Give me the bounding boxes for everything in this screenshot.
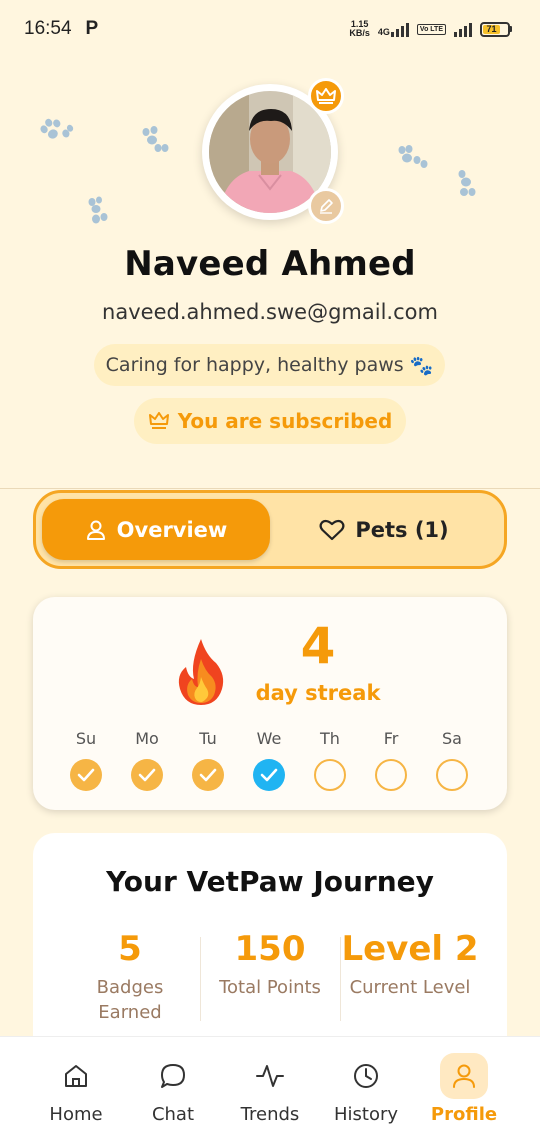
bio-text: Caring for happy, healthy paws xyxy=(105,354,404,376)
nav-profile-label: Profile xyxy=(430,1104,498,1125)
stat-label: Badges Earned xyxy=(96,977,164,1023)
empty-circle-icon xyxy=(436,759,468,791)
day-label: Th xyxy=(320,729,340,748)
profile-tabs: Overview Pets (1) xyxy=(33,490,507,569)
profile-email: naveed.ahmed.swe@gmail.com xyxy=(102,300,438,324)
status-bar: 16:54 P 1.15 KB/s 4G Vo LTE 71 xyxy=(0,0,540,58)
day-label: We xyxy=(256,729,282,748)
paws-emoji-icon: 🐾 xyxy=(409,354,434,377)
stat-value: 150 xyxy=(234,929,306,969)
stat-value: Level 2 xyxy=(341,929,479,969)
empty-circle-icon xyxy=(314,759,346,791)
check-icon xyxy=(192,759,224,791)
signal-strength-icon-2 xyxy=(454,21,472,37)
parking-app-icon: P xyxy=(85,18,99,39)
tab-overview-label: Overview xyxy=(116,517,228,542)
stat-divider xyxy=(200,937,201,1021)
paw-print-icon xyxy=(138,126,172,156)
bio-pill: Caring for happy, healthy paws 🐾 xyxy=(94,344,445,386)
day-sunday: Su xyxy=(64,729,108,791)
paw-print-icon xyxy=(84,196,118,226)
check-icon xyxy=(70,759,102,791)
nav-trends-label: Trends xyxy=(240,1104,300,1125)
day-tuesday: Tu xyxy=(186,729,230,791)
day-label: Sa xyxy=(442,729,462,748)
fire-icon xyxy=(176,637,226,707)
network-type-label: 4G xyxy=(377,27,390,37)
subscription-status-badge[interactable]: You are subscribed xyxy=(134,398,406,444)
journey-title: Your VetPaw Journey xyxy=(106,865,434,898)
pencil-icon xyxy=(320,199,333,214)
day-thursday: Th xyxy=(308,729,352,791)
profile-icon xyxy=(453,1064,475,1088)
status-time: 16:54 xyxy=(24,18,72,39)
stat-label: Total Points xyxy=(219,977,321,998)
battery-level: 71 xyxy=(483,24,501,34)
history-icon xyxy=(354,1064,378,1088)
paw-print-icon xyxy=(452,168,486,198)
home-icon xyxy=(65,1065,87,1087)
nav-home-label: Home xyxy=(49,1104,103,1125)
network-speed-unit: KB/s xyxy=(349,28,370,38)
streak-week: Su Mo Tu We Th Fr Sa xyxy=(33,729,507,799)
day-label: Fr xyxy=(383,729,399,748)
subscription-text: You are subscribed xyxy=(177,409,393,433)
profile-name: Naveed Ahmed xyxy=(124,244,416,284)
tab-overview[interactable]: Overview xyxy=(42,499,270,560)
chat-icon xyxy=(161,1064,185,1088)
heart-icon xyxy=(319,519,345,540)
crown-icon xyxy=(148,412,169,429)
nav-home[interactable]: Home xyxy=(36,1053,116,1125)
stat-level: Level 2 Current Level xyxy=(341,929,479,1000)
tab-pets-label: Pets (1) xyxy=(355,517,449,542)
paw-print-icon xyxy=(35,110,78,152)
network-type: 4G xyxy=(378,21,409,37)
nav-chat-label: Chat xyxy=(151,1104,195,1125)
premium-crown-icon xyxy=(308,78,344,114)
streak-count: 4 xyxy=(300,617,336,675)
day-saturday: Sa xyxy=(430,729,474,791)
profile-avatar-container xyxy=(202,78,344,224)
nav-profile[interactable]: Profile xyxy=(424,1053,504,1125)
signal-strength-icon xyxy=(390,21,409,37)
nav-chat[interactable]: Chat xyxy=(133,1053,213,1125)
nav-trends[interactable]: Trends xyxy=(230,1053,310,1125)
battery-icon: 71 xyxy=(480,21,512,37)
stat-value: 5 xyxy=(118,929,142,969)
volte-icon: Vo LTE xyxy=(416,23,446,35)
stat-points: 150 Total Points xyxy=(203,929,337,1000)
check-icon xyxy=(131,759,163,791)
person-icon xyxy=(86,520,105,540)
day-label: Tu xyxy=(199,729,217,748)
stat-badges: 5 Badges Earned xyxy=(73,929,187,1025)
network-speed: 1.15 KB/s xyxy=(349,20,370,38)
streak-card: 4 day streak Su Mo Tu We Th Fr Sa xyxy=(33,597,507,810)
check-icon xyxy=(253,759,285,791)
tab-pets[interactable]: Pets (1) xyxy=(270,499,498,560)
streak-label: day streak xyxy=(255,681,381,705)
day-label: Mo xyxy=(135,729,159,748)
day-friday: Fr xyxy=(369,729,413,791)
bottom-navigation: Home Chat Trends History Profile xyxy=(0,1036,540,1132)
day-label: Su xyxy=(75,729,97,748)
nav-history[interactable]: History xyxy=(326,1053,406,1125)
day-monday: Mo xyxy=(125,729,169,791)
trends-icon xyxy=(256,1065,284,1087)
day-wednesday: We xyxy=(247,729,291,791)
edit-avatar-button[interactable] xyxy=(308,188,344,224)
stat-label: Current Level xyxy=(349,977,471,998)
empty-circle-icon xyxy=(375,759,407,791)
paw-print-icon xyxy=(396,144,430,174)
nav-history-label: History xyxy=(333,1104,399,1125)
divider xyxy=(0,488,540,489)
